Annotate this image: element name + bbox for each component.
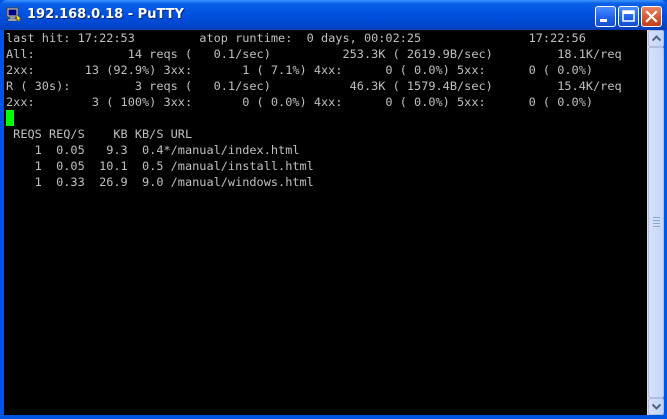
terminal-cursor	[6, 110, 14, 126]
scroll-up-button[interactable]	[648, 30, 664, 47]
maximize-button[interactable]	[618, 6, 639, 27]
title-bar[interactable]: 192.168.0.18 - PuTTY	[0, 0, 667, 30]
scroll-down-button[interactable]	[648, 398, 664, 415]
terminal-line: 1 0.05 9.3 0.4*/manual/index.html	[6, 143, 300, 157]
terminal-line: All: 14 reqs ( 0.1/sec) 253.3K ( 2619.9B…	[6, 47, 622, 61]
close-icon	[645, 10, 658, 23]
terminal-line: 2xx: 3 ( 100%) 3xx: 0 ( 0.0%) 4xx: 0 ( 0…	[6, 95, 594, 109]
grip-line	[653, 220, 660, 221]
minimize-icon	[600, 19, 607, 22]
client-area: last hit: 17:22:53 atop runtime: 0 days,…	[4, 30, 664, 415]
grip-line	[653, 226, 660, 227]
minimize-button[interactable]	[595, 6, 616, 27]
terminal-line: last hit: 17:22:53 atop runtime: 0 days,…	[6, 31, 586, 45]
arrow-up-icon	[652, 35, 661, 42]
terminal-line: 2xx: 13 (92.9%) 3xx: 1 ( 7.1%) 4xx: 0 ( …	[6, 63, 594, 77]
terminal-line: 1 0.33 26.9 9.0 /manual/windows.html	[6, 175, 314, 189]
terminal-line: REQS REQ/S KB KB/S URL	[6, 127, 193, 141]
terminal-line: R ( 30s): 3 reqs ( 0.1/sec) 46.3K ( 1579…	[6, 79, 622, 93]
terminal-line: 1 0.05 10.1 0.5 /manual/install.html	[6, 159, 314, 173]
putty-window: 192.168.0.18 - PuTTY last hit: 17:22:53 …	[0, 0, 667, 419]
grip-line	[653, 223, 660, 224]
window-title: 192.168.0.18 - PuTTY	[27, 7, 184, 22]
close-button[interactable]	[641, 6, 662, 27]
vertical-scrollbar[interactable]	[647, 30, 664, 415]
putty-terminal-icon[interactable]	[6, 6, 22, 22]
scroll-thumb[interactable]	[648, 47, 664, 398]
terminal-screen[interactable]: last hit: 17:22:53 atop runtime: 0 days,…	[4, 30, 647, 415]
maximize-icon	[622, 10, 635, 22]
arrow-down-icon	[652, 403, 661, 410]
grip-line	[653, 217, 660, 218]
